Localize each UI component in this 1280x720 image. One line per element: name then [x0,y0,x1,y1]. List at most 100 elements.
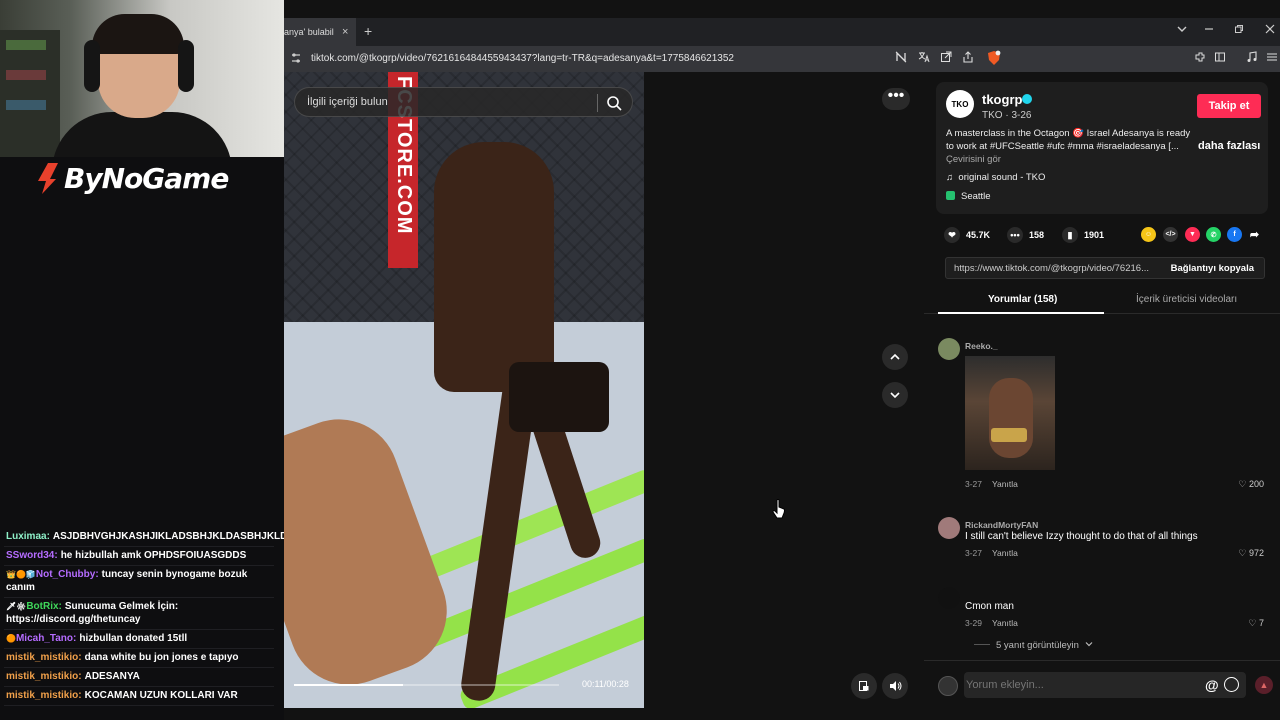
translate-link[interactable]: Çevirisini gör [946,154,1001,165]
chat-text: ASJDBHVGHJKASHJIKLADSBHJKLDASBHJKLDAS [52,531,302,542]
embed-icon[interactable]: </> [1163,227,1178,242]
more-description-link[interactable]: daha fazlası [1198,140,1260,152]
chat-username[interactable]: Not_Chubby: [36,569,99,580]
comment-meta: 3-27 Yanıtla [965,548,1018,558]
chat-username[interactable]: BotRix: [26,601,62,612]
url-text[interactable]: tiktok.com/@tkogrp/video/762161648445594… [311,53,734,64]
commenter-name[interactable]: RickandMortyFAN [965,520,1038,530]
chat-text: KOCAMAN UZUN KOLLARI VAR [84,690,238,701]
current-user-avatar [938,676,958,696]
post-description: A masterclass in the Octagon 🎯 Israel Ad… [946,128,1191,152]
sidebar-icon[interactable] [1214,51,1226,63]
chat-badges-icon: 🗡❇ [6,602,27,611]
open-external-icon[interactable] [940,51,952,63]
related-search-box[interactable]: İlgili içeriği bulun [294,87,633,117]
view-replies-link[interactable]: 5 yanıt görüntüleyin [974,640,1093,651]
more-options-button[interactable]: ••• [882,88,910,110]
next-video-button[interactable] [882,382,908,408]
post-info-card: TKO tkogrp TKO · 3-26 Takip et A masterc… [936,82,1268,214]
send-comment-button[interactable]: ▲ [1255,676,1273,694]
comment-like-button[interactable]: ♡ 7 [1248,618,1264,629]
chat-username[interactable]: SSword34: [6,550,58,561]
comment-like-button[interactable]: ♡ 200 [1238,479,1264,490]
share-page-icon[interactable] [962,51,974,63]
chat-message: 🟠Micah_Tano: hizbullan donated 15tll [4,630,274,649]
mouse-cursor-icon [772,499,785,519]
chat-message: Luximaa: ASJDBHVGHJKASHJIKLADSBHJKLDASBHJ… [4,528,301,547]
author-username[interactable]: tkogrp [982,92,1022,107]
whatsapp-icon[interactable]: ✆ [1206,227,1221,242]
comment-like-button[interactable]: ♡ 972 [1238,548,1264,559]
new-tab-button[interactable]: + [364,23,372,39]
video-progress-fill [294,684,403,686]
send-to-friend-icon[interactable]: ▼ [1185,227,1200,242]
comment-button[interactable]: ••• 158 [1007,227,1044,243]
comment-count: 158 [1029,230,1045,240]
related-search-placeholder[interactable]: İlgili içeriği bulun [307,96,388,108]
commenter-avatar[interactable] [938,517,960,539]
facebook-icon[interactable]: f [1227,227,1242,242]
close-window-icon[interactable] [1265,24,1275,34]
copy-link-button[interactable]: Bağlantıyı kopyala [1171,263,1254,274]
commenter-name[interactable]: Reeko._ [965,341,998,351]
like-count: 45.7K [966,230,991,240]
heart-outline-icon: ♡ [1248,618,1259,628]
comment-image[interactable] [965,356,1055,470]
floating-player-button[interactable] [851,673,877,699]
reply-link[interactable]: Yanıtla [992,548,1018,558]
chat-username[interactable]: mistik_mistikio: [6,652,82,663]
tab-list-chevron-icon[interactable] [1177,24,1187,34]
tab-creator-videos[interactable]: İçerik üreticisi videoları [1136,294,1237,305]
chat-message: mistik_mistikio: KOCAMAN UZUN KOLLARI VAR [4,687,274,706]
emoji-icon[interactable] [1224,677,1239,692]
video-progress-bar[interactable] [294,684,559,686]
volume-button[interactable] [882,673,908,699]
media-control-icon[interactable] [1246,51,1258,63]
restore-icon[interactable] [1234,24,1244,34]
tab-comments[interactable]: Yorumlar (158) [988,294,1057,305]
video-link-url[interactable]: https://www.tiktok.com/@tkogrp/video/762… [954,263,1159,274]
commenter-avatar[interactable] [938,338,960,360]
reply-link[interactable]: Yanıtla [992,618,1018,628]
pip-icon [859,681,869,691]
sound-link[interactable]: ♫ original sound - TKO [946,172,1045,183]
location-tag[interactable]: Seattle [946,191,991,202]
author-avatar[interactable]: TKO [946,90,974,118]
save-button[interactable]: ▮ 1901 [1062,227,1104,243]
commenter-avatar[interactable] [938,587,960,609]
location-icon [946,191,955,200]
comment-date: 3-27 [965,548,983,558]
previous-video-button[interactable] [882,344,908,370]
comment-date: 3-27 [965,479,983,489]
chat-username[interactable]: mistik_mistikio: [6,690,82,701]
brave-shield-icon[interactable] [987,50,1001,66]
comment-input[interactable] [964,672,1194,698]
tiktok-page: FCSTORE.COM İlgili içeriği bulun 00:11/0… [284,72,1280,720]
menu-icon[interactable] [1266,51,1278,63]
no-tracking-icon[interactable] [895,51,907,63]
tab-close-icon[interactable]: × [342,26,348,38]
address-bar[interactable]: tiktok.com/@tkogrp/video/762161648445594… [284,46,1280,72]
mention-icon[interactable]: @ [1205,677,1219,693]
chat-username[interactable]: Micah_Tano: [16,633,76,644]
comment-meta: 3-29 Yanıtla [965,618,1018,628]
chat-username[interactable]: mistik_mistikio: [6,671,82,682]
like-button[interactable]: ❤ 45.7K [944,227,990,243]
translate-icon[interactable] [918,51,930,63]
more-share-icon[interactable]: ➦ [1247,227,1262,242]
comment-input-box[interactable] [964,672,1246,698]
chevron-down-icon [1085,642,1092,647]
minimize-icon[interactable] [1204,24,1214,34]
coin-share-icon[interactable]: ☺ [1141,227,1156,242]
extensions-icon[interactable] [1194,51,1206,63]
reply-link[interactable]: Yanıtla [992,479,1018,489]
video-player[interactable]: FCSTORE.COM İlgili içeriği bulun 00:11/0… [284,72,644,708]
search-icon[interactable] [606,95,622,111]
side-panel: TKO tkogrp TKO · 3-26 Takip et A masterc… [924,72,1280,720]
heart-outline-icon: ♡ [1238,548,1249,558]
site-settings-icon[interactable] [291,52,301,64]
follow-button[interactable]: Takip et [1197,94,1261,118]
chat-username[interactable]: Luximaa: [6,531,50,542]
comment-like-count: 972 [1248,548,1264,558]
browser-tab[interactable]: anya' bulabilirsiniz × [284,18,356,46]
